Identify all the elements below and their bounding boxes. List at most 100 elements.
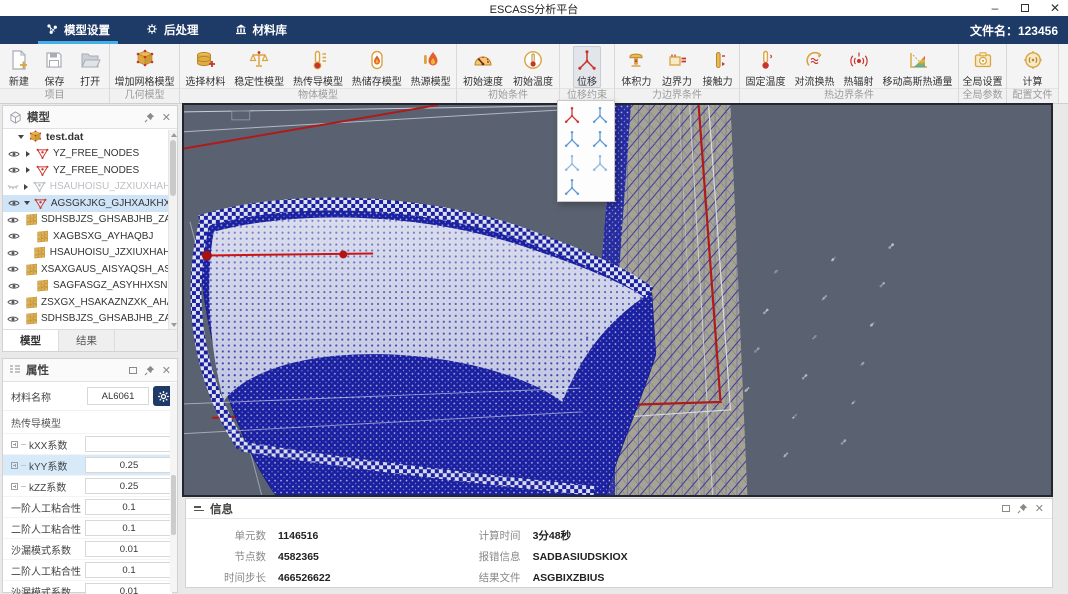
tree-item[interactable]: YZ_FREE_NODES xyxy=(3,162,177,179)
triad-option-5[interactable] xyxy=(558,151,586,175)
eye-closed-icon[interactable] xyxy=(7,183,20,191)
fixed-temperature-icon xyxy=(754,48,778,72)
close-icon[interactable]: ✕ xyxy=(162,364,171,377)
chevron-right-icon[interactable] xyxy=(23,184,30,190)
pin-icon[interactable] xyxy=(144,365,155,376)
info-column: 计算时间3分48秒报错信息SADBASIUDSKIOX结果文件ASGBIXZBI… xyxy=(451,528,628,585)
toolbar-button-增加网格模型[interactable]: 增加网格模型 xyxy=(113,46,177,88)
material-name-label: 材料名称 xyxy=(7,389,83,404)
toolbar-button-全局设置[interactable]: 全局设置 xyxy=(961,46,1005,88)
pin-icon[interactable] xyxy=(144,112,155,123)
tree-item[interactable]: YZ_FREE_NODES xyxy=(3,146,177,163)
tree-item-label: SAGFASGZ_ASYHHXSN xyxy=(53,280,167,291)
property-value-input[interactable] xyxy=(85,541,173,557)
tree-item[interactable]: SAGFASGZ_ASYHHXSN xyxy=(3,278,177,295)
tree-item[interactable]: SDHSBJZS_GHSABJHB_ZAHU xyxy=(3,212,177,229)
chevron-down-icon[interactable] xyxy=(17,135,25,139)
chevron-down-icon[interactable] xyxy=(23,201,31,205)
expand-box-icon[interactable] xyxy=(11,441,18,448)
property-value-input[interactable] xyxy=(85,583,173,594)
eye-open-icon[interactable] xyxy=(7,150,21,158)
toolbar-button-对流换热[interactable]: 对流换热 xyxy=(793,46,837,88)
tree-item[interactable]: SDHSBJZS_GHSABJHB_ZAHU xyxy=(3,311,177,328)
eye-open-icon[interactable] xyxy=(7,315,19,323)
restore-button[interactable] xyxy=(1018,1,1032,15)
toolbar-button-接触力[interactable]: 接触力 xyxy=(701,46,735,88)
chevron-right-icon[interactable] xyxy=(24,167,32,173)
tab-材料库[interactable]: 材料库 xyxy=(217,16,306,44)
close-icon[interactable]: ✕ xyxy=(162,111,171,124)
eye-open-icon[interactable] xyxy=(7,298,19,306)
eye-open-icon[interactable] xyxy=(7,199,20,207)
property-label: 沙漏模式系数 xyxy=(11,584,81,594)
toolbar-button-保存[interactable]: 保存 xyxy=(40,46,68,88)
properties-scrollbar[interactable] xyxy=(170,383,177,592)
toolbar-button-热传导模型[interactable]: 热传导模型 xyxy=(291,46,345,88)
eye-open-icon[interactable] xyxy=(7,282,21,290)
toolbar-button-热源模型[interactable]: 热源模型 xyxy=(409,46,453,88)
toolbar-button-移动高斯热通量[interactable]: 移动高斯热通量 xyxy=(881,46,955,88)
toolbar-button-热储存模型[interactable]: 热储存模型 xyxy=(350,46,404,88)
tab-模型设置[interactable]: 模型设置 xyxy=(28,16,128,44)
tab-后处理[interactable]: 后处理 xyxy=(128,16,217,44)
triad-option-6[interactable] xyxy=(586,151,614,175)
tree-item[interactable]: XAGBSXG_AYHAQBJ xyxy=(3,228,177,245)
tree-tab-模型[interactable]: 模型 xyxy=(3,330,59,351)
toolbar-button-新建[interactable]: 新建 xyxy=(5,46,33,88)
tree-item[interactable]: HSAUHOISU_JZXIUXHAHX xyxy=(3,179,177,196)
toolbar-button-计算[interactable]: 计算 xyxy=(1019,46,1047,88)
maximize-icon[interactable] xyxy=(1002,505,1010,512)
tree-item[interactable]: AGSGKJKG_GJHXAJKHXA xyxy=(3,195,177,212)
property-value-input[interactable] xyxy=(85,520,173,536)
toolbar-button-稳定性模型[interactable]: 稳定性模型 xyxy=(232,46,286,88)
property-value-input[interactable] xyxy=(85,562,173,578)
expand-box-icon[interactable] xyxy=(11,483,18,490)
property-value-input[interactable] xyxy=(85,478,173,494)
triad-option-2[interactable] xyxy=(586,103,614,127)
eye-open-icon[interactable] xyxy=(7,216,19,224)
tree-item[interactable]: HSAUHOISU_JZXIUXHAHX xyxy=(3,245,177,262)
cube-icon xyxy=(28,130,43,145)
toolbar-button-边界力[interactable]: 边界力 xyxy=(660,46,694,88)
tree-root-item[interactable]: test.dat xyxy=(3,129,177,146)
scrollbar-thumb[interactable] xyxy=(170,140,176,196)
scrollbar-thumb[interactable] xyxy=(171,475,176,535)
eye-open-icon[interactable] xyxy=(7,249,20,257)
viewport-canvas[interactable] xyxy=(182,103,1053,497)
tree-item-label: YZ_FREE_NODES xyxy=(53,165,139,176)
tree-item[interactable]: XSAXGAUS_AISYAQSH_ASHX xyxy=(3,261,177,278)
compute-icon xyxy=(1021,48,1045,72)
property-value-input[interactable] xyxy=(85,457,173,473)
tree-scrollbar[interactable] xyxy=(168,130,177,330)
tree-item[interactable]: ZSXGX_HSAKAZNZXK_AHASX xyxy=(3,294,177,311)
toolbar-button-选择材料[interactable]: 选择材料 xyxy=(183,46,227,88)
eye-open-icon[interactable] xyxy=(7,166,21,174)
mesh-cube-icon xyxy=(133,48,157,72)
toolbar-button-初始速度[interactable]: 初始速度 xyxy=(461,46,505,88)
minimize-button[interactable]: – xyxy=(988,1,1002,15)
pin-icon[interactable] xyxy=(1017,503,1028,514)
close-icon[interactable]: ✕ xyxy=(1035,502,1044,515)
chevron-right-icon[interactable] xyxy=(24,151,32,157)
eye-open-icon[interactable] xyxy=(7,232,21,240)
toolbar-button-热辐射[interactable]: 热辐射 xyxy=(842,46,876,88)
toolbar-button-固定温度[interactable]: 固定温度 xyxy=(744,46,788,88)
triad-option-1[interactable] xyxy=(558,103,586,127)
property-value-input[interactable] xyxy=(85,436,173,452)
triad-option-7[interactable] xyxy=(558,175,586,199)
info-panel: 信息 ✕ 单元数1146516节点数4582365时间步长466526622计算… xyxy=(185,498,1053,588)
expand-box-icon[interactable] xyxy=(11,462,18,469)
toolbar-button-位移[interactable]: 位移 xyxy=(573,46,601,88)
toolbar-button-打开[interactable]: 打开 xyxy=(76,46,104,88)
toolbar-button-初始温度[interactable]: 初始温度 xyxy=(511,46,555,88)
triad-option-4[interactable] xyxy=(586,127,614,151)
close-button[interactable]: ✕ xyxy=(1048,1,1062,15)
property-value-input[interactable] xyxy=(85,499,173,515)
tree-tab-结果[interactable]: 结果 xyxy=(59,330,115,351)
toolbar-button-体积力[interactable]: 体积力 xyxy=(619,46,653,88)
eye-open-icon[interactable] xyxy=(7,265,19,273)
triad-option-3[interactable] xyxy=(558,127,586,151)
maximize-icon[interactable] xyxy=(129,367,137,374)
material-name-input[interactable] xyxy=(87,387,149,405)
grid-mesh-icon xyxy=(35,278,50,293)
